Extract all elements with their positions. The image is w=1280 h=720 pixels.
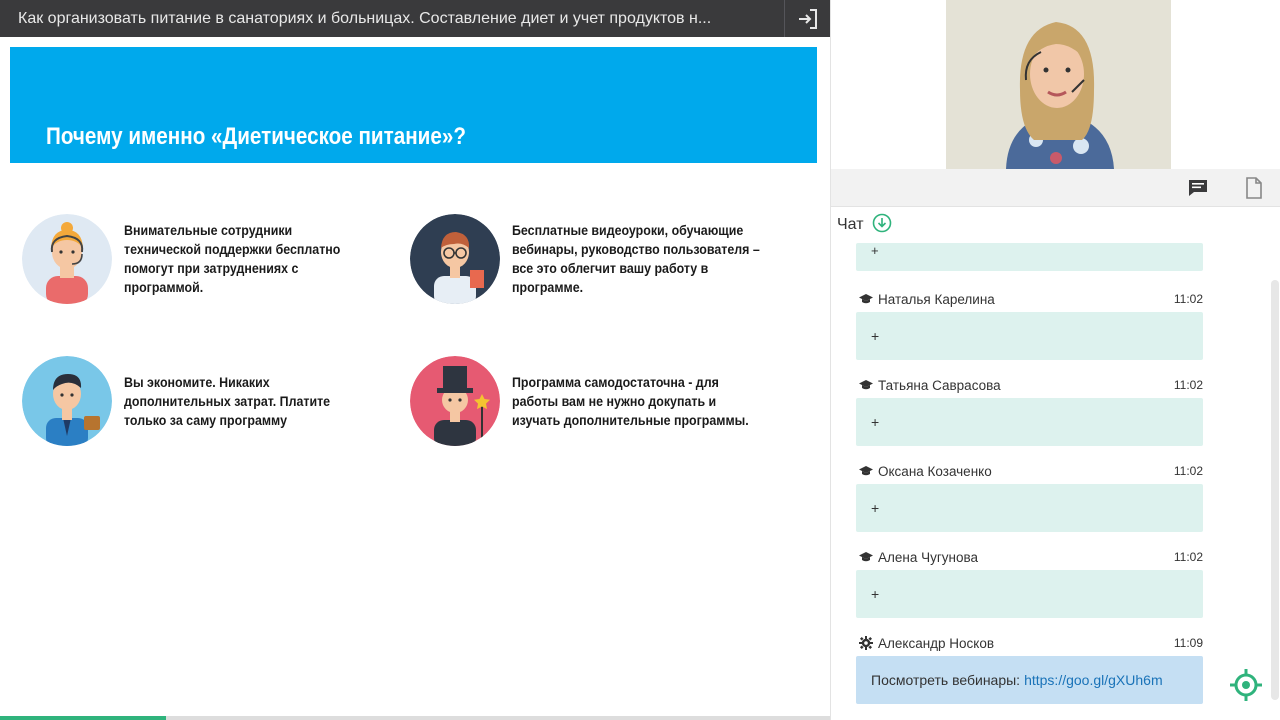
crosshair-icon xyxy=(1230,669,1262,701)
panel-tabs xyxy=(831,169,1280,207)
chat-message-admin: Александр Носков 11:09 Посмотреть вебина… xyxy=(856,632,1203,704)
chat-messages[interactable]: + Наталья Карелина 11:02 + Татьяна Савра… xyxy=(831,243,1271,720)
slide-title: Почему именно «Диетическое питание»? xyxy=(46,123,466,150)
presenter-avatar xyxy=(946,0,1171,169)
chat-message-bubble: + xyxy=(856,243,1203,271)
presentation-progress xyxy=(0,716,830,720)
chat-message: Алена Чугунова 11:02 + xyxy=(856,546,1203,618)
webinar-link[interactable]: https://goo.gl/gXUh6m xyxy=(1024,672,1163,688)
message-time: 11:02 xyxy=(1173,378,1203,392)
message-text: + xyxy=(856,484,1203,532)
tab-files[interactable] xyxy=(1229,169,1279,207)
message-time: 11:02 xyxy=(1173,464,1203,478)
title-bar: Как организовать питание в санаториях и … xyxy=(0,0,830,37)
message-text: + xyxy=(856,398,1203,446)
feature-text: Вы экономите. Никаких дополнительных зат… xyxy=(124,374,331,428)
message-time: 11:09 xyxy=(1173,636,1203,650)
graduation-cap-icon xyxy=(858,292,874,306)
message-text: + xyxy=(871,243,879,258)
feature-text: Бесплатные видеоуроки, обучающие вебинар… xyxy=(512,223,760,295)
feature-lessons: Бесплатные видеоуроки, обучающие вебинар… xyxy=(410,214,782,304)
locate-button[interactable] xyxy=(1229,668,1263,702)
message-author: Оксана Козаченко xyxy=(878,463,992,479)
chat-message: Наталья Карелина 11:02 + xyxy=(856,288,1203,360)
chat-header: Чат xyxy=(837,213,892,237)
feature-savings: Вы экономите. Никаких дополнительных зат… xyxy=(22,356,394,446)
download-arrow-icon xyxy=(872,213,891,232)
feature-text: Программа самодостаточна - для работы ва… xyxy=(512,374,749,428)
message-author: Алена Чугунова xyxy=(878,549,979,565)
chat-message: Татьяна Саврасова 11:02 + xyxy=(856,374,1203,446)
teacher-icon xyxy=(410,214,500,304)
side-panel: Чат + Наталья Карелина 11:02 + Татьяна С… xyxy=(830,0,1280,720)
presenter-video[interactable] xyxy=(946,0,1171,169)
scroll-down-button[interactable] xyxy=(872,213,892,238)
chat-icon xyxy=(1189,180,1207,196)
document-icon xyxy=(1246,177,1262,199)
message-author: Александр Носков xyxy=(878,635,995,651)
slide-banner: Почему именно «Диетическое питание»? xyxy=(10,47,817,163)
message-text: Посмотреть вебинары: xyxy=(871,672,1021,688)
tab-chat[interactable] xyxy=(1173,169,1223,207)
webinar-title: Как организовать питание в санаториях и … xyxy=(18,9,712,27)
message-text: + xyxy=(856,570,1203,618)
message-time: 11:02 xyxy=(1173,292,1203,306)
message-author: Татьяна Саврасова xyxy=(878,377,1001,393)
webinar-room: Как организовать питание в санаториях и … xyxy=(0,0,1280,720)
presentation-slide: Почему именно «Диетическое питание»? Вни… xyxy=(0,37,830,720)
feature-self-sufficient: Программа самодостаточна - для работы ва… xyxy=(410,356,782,446)
exit-icon xyxy=(798,8,817,29)
magician-icon xyxy=(410,356,500,446)
exit-button[interactable] xyxy=(784,0,830,37)
message-body: Посмотреть вебинары: https://goo.gl/gXUh… xyxy=(856,656,1203,704)
progress-fill xyxy=(0,716,166,720)
chat-message: Оксана Козаченко 11:02 + xyxy=(856,460,1203,532)
message-time: 11:02 xyxy=(1173,550,1203,564)
support-agent-icon xyxy=(22,214,112,304)
graduation-cap-icon xyxy=(858,378,874,392)
message-text: + xyxy=(856,312,1203,360)
businessman-icon xyxy=(22,356,112,446)
chat-scrollbar[interactable] xyxy=(1271,280,1279,700)
chat-label: Чат xyxy=(837,216,864,233)
feature-support: Внимательные сотрудники технической подд… xyxy=(22,214,394,304)
graduation-cap-icon xyxy=(858,464,874,478)
graduation-cap-icon xyxy=(858,550,874,564)
message-author: Наталья Карелина xyxy=(878,291,995,307)
gear-icon xyxy=(858,636,874,650)
feature-text: Внимательные сотрудники технической подд… xyxy=(124,223,341,295)
